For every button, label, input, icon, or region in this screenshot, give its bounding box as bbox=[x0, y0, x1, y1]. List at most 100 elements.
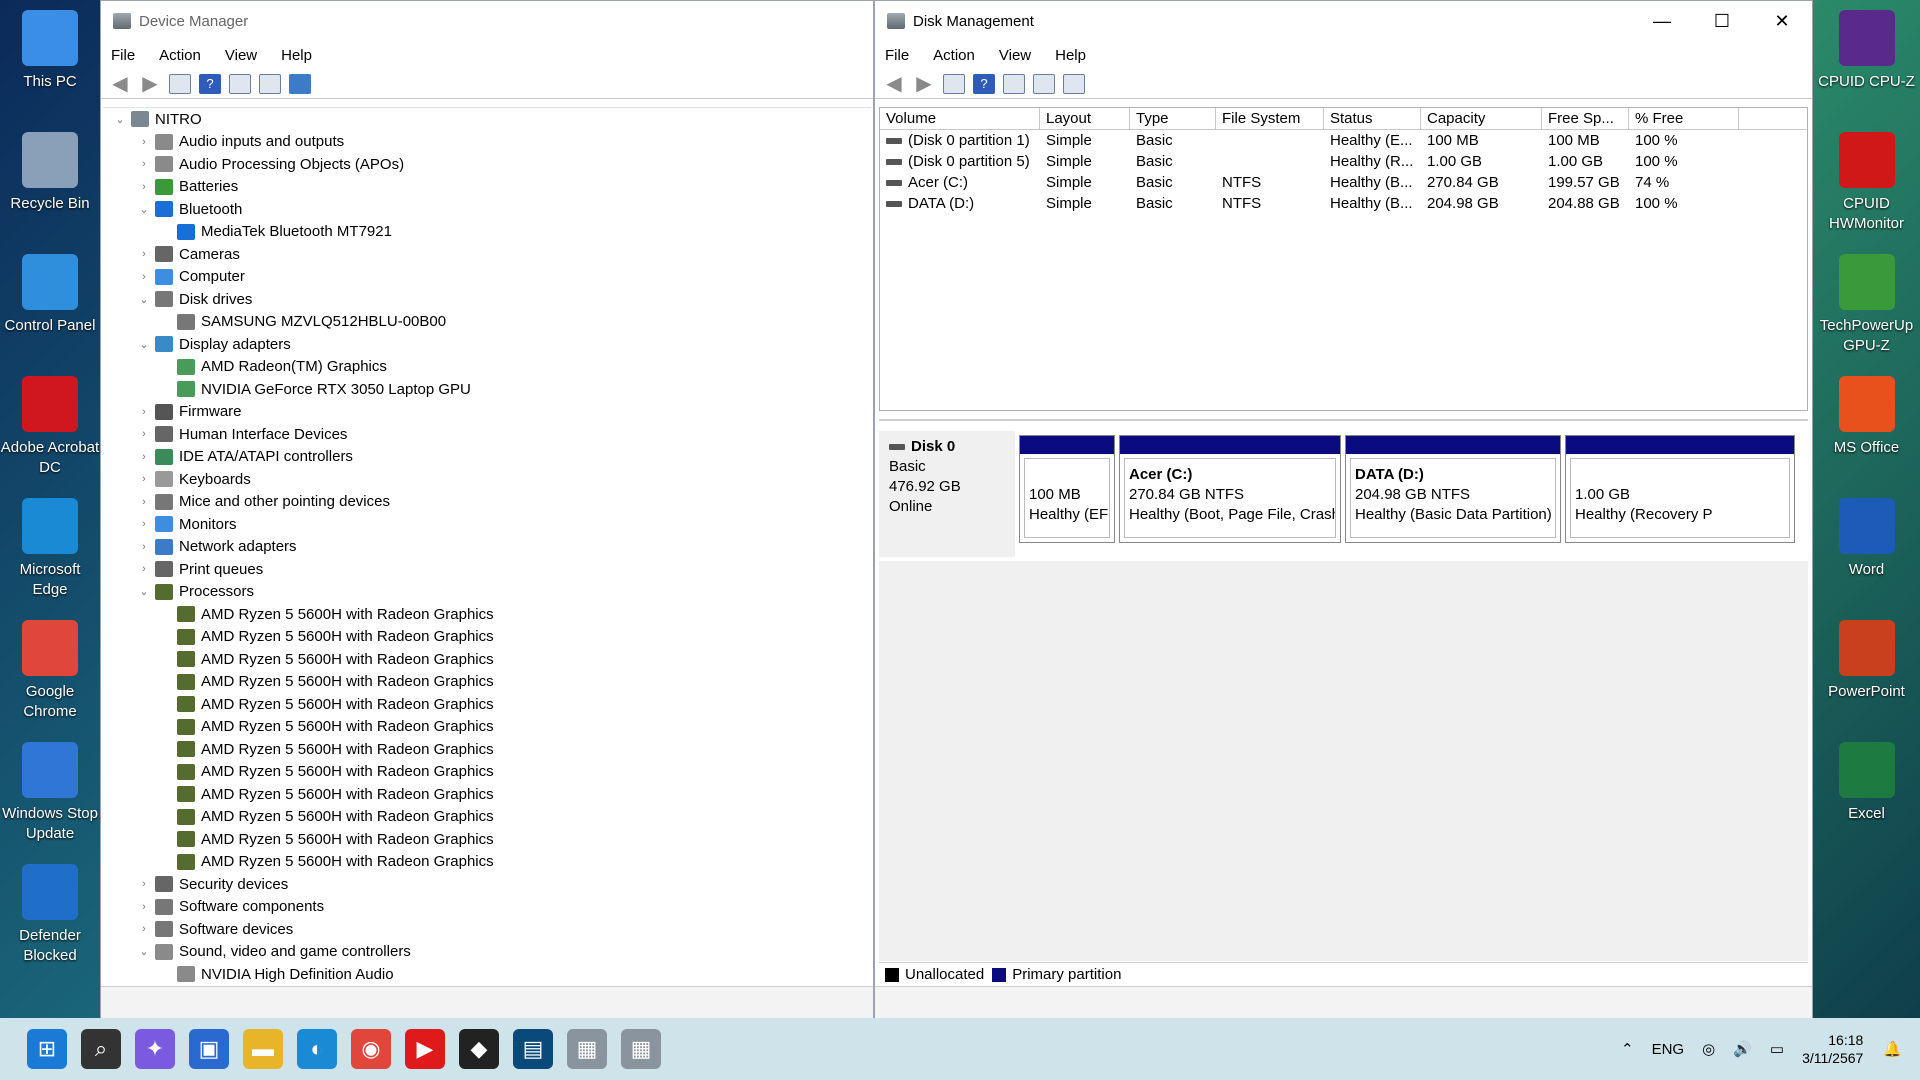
office-shortcut[interactable]: MS Office bbox=[1813, 366, 1920, 458]
menu-help[interactable]: Help bbox=[281, 47, 312, 64]
hwmonitor-shortcut[interactable]: CPUID HWMonitor bbox=[1813, 122, 1920, 234]
excel-shortcut[interactable]: Excel bbox=[1813, 732, 1920, 824]
column-header[interactable]: Layout bbox=[1040, 108, 1130, 129]
tree-category[interactable]: › Audio Processing Objects (APOs) bbox=[103, 153, 871, 176]
forward-arrow-icon[interactable]: ▶ bbox=[913, 73, 935, 95]
tree-device[interactable]: AMD Ryzen 5 5600H with Radeon Graphics bbox=[103, 828, 871, 851]
forward-arrow-icon[interactable]: ▶ bbox=[139, 73, 161, 95]
chevron-right-icon[interactable]: › bbox=[137, 901, 151, 913]
chrome-icon[interactable]: ◉ bbox=[351, 1029, 391, 1069]
tree-category[interactable]: › Keyboards bbox=[103, 468, 871, 491]
device-tree[interactable]: ⌄ NITRO › Audio inputs and outputs › Audio … bbox=[103, 107, 871, 987]
tree-device[interactable]: AMD Ryzen 5 5600H with Radeon Graphics bbox=[103, 671, 871, 694]
tree-device[interactable]: AMD Ryzen 5 5600H with Radeon Graphics bbox=[103, 761, 871, 784]
column-header[interactable]: Volume bbox=[880, 108, 1040, 129]
chevron-up-icon[interactable]: ⌃ bbox=[1621, 1040, 1634, 1058]
column-header[interactable]: Type bbox=[1130, 108, 1216, 129]
chevron-right-icon[interactable]: › bbox=[137, 518, 151, 530]
tree-device[interactable]: AMD Ryzen 5 5600H with Radeon Graphics bbox=[103, 738, 871, 761]
dropbox-icon[interactable]: ◆ bbox=[459, 1029, 499, 1069]
defender-shortcut[interactable]: Defender Blocked bbox=[0, 854, 100, 966]
tree-device[interactable]: AMD Ryzen 5 5600H with Radeon Graphics bbox=[103, 693, 871, 716]
volume-list[interactable]: Volume Layout Type File System Status Ca… bbox=[879, 107, 1808, 411]
close-icon[interactable]: ✕ bbox=[1752, 1, 1812, 41]
chevron-down-icon[interactable]: ⌄ bbox=[137, 203, 151, 216]
tree-device[interactable]: SAMSUNG MZVLQ512HBLU-00B00 bbox=[103, 311, 871, 334]
menu-file[interactable]: File bbox=[111, 47, 135, 64]
scan-hardware-icon[interactable] bbox=[289, 73, 311, 94]
tree-device[interactable]: AMD Ryzen 5 5600H with Radeon Graphics bbox=[103, 626, 871, 649]
maximize-icon[interactable]: ☐ bbox=[1692, 1, 1752, 41]
youtube-icon[interactable]: ▶ bbox=[405, 1029, 445, 1069]
file-explorer-icon[interactable]: ▬ bbox=[243, 1029, 283, 1069]
properties-icon[interactable] bbox=[229, 73, 251, 94]
windows-stop-update-shortcut[interactable]: Windows Stop Update bbox=[0, 732, 100, 844]
column-header[interactable]: File System bbox=[1216, 108, 1324, 129]
table-row[interactable]: (Disk 0 partition 5) Simple Basic Healthy (… bbox=[880, 151, 1807, 172]
word-shortcut[interactable]: Word bbox=[1813, 488, 1920, 580]
store-icon[interactable]: ▣ bbox=[189, 1029, 229, 1069]
control-panel-shortcut[interactable]: Control Panel bbox=[0, 244, 100, 336]
chevron-right-icon[interactable]: › bbox=[137, 878, 151, 890]
disk-management-icon[interactable]: ▦ bbox=[621, 1029, 661, 1069]
tree-device[interactable]: AMD Ryzen 5 5600H with Radeon Graphics bbox=[103, 716, 871, 739]
chevron-right-icon[interactable]: › bbox=[137, 406, 151, 418]
help-icon[interactable]: ? bbox=[973, 73, 995, 94]
chevron-right-icon[interactable]: › bbox=[137, 563, 151, 575]
tree-device[interactable]: MediaTek Bluetooth MT7921 bbox=[103, 221, 871, 244]
chevron-down-icon[interactable]: ⌄ bbox=[113, 113, 127, 126]
acrobat-shortcut[interactable]: Adobe Acrobat DC bbox=[0, 366, 100, 478]
menu-file[interactable]: File bbox=[885, 47, 909, 64]
tree-device[interactable]: NVIDIA GeForce RTX 3050 Laptop GPU bbox=[103, 378, 871, 401]
start-icon[interactable]: ⊞ bbox=[27, 1029, 67, 1069]
tree-device[interactable]: AMD Ryzen 5 5600H with Radeon Graphics bbox=[103, 648, 871, 671]
chevron-right-icon[interactable]: › bbox=[137, 496, 151, 508]
pc-shortcut[interactable]: This PC bbox=[0, 0, 100, 92]
tree-category[interactable]: › Computer bbox=[103, 266, 871, 289]
chevron-right-icon[interactable]: › bbox=[137, 271, 151, 283]
gpuz-shortcut[interactable]: TechPowerUp GPU-Z bbox=[1813, 244, 1920, 356]
tree-category[interactable]: › Security devices bbox=[103, 873, 871, 896]
battery-icon[interactable]: ▭ bbox=[1770, 1040, 1784, 1058]
device-manager-icon[interactable]: ▦ bbox=[567, 1029, 607, 1069]
tree-category[interactable]: › Monitors bbox=[103, 513, 871, 536]
chevron-right-icon[interactable]: › bbox=[137, 181, 151, 193]
menu-action[interactable]: Action bbox=[933, 47, 975, 64]
tree-category[interactable]: ⌄ Sound, video and game controllers bbox=[103, 941, 871, 964]
tree-device[interactable]: AMD Ryzen 5 5600H with Radeon Graphics bbox=[103, 603, 871, 626]
menu-action[interactable]: Action bbox=[159, 47, 201, 64]
chevron-right-icon[interactable]: › bbox=[137, 451, 151, 463]
chevron-right-icon[interactable]: › bbox=[137, 923, 151, 935]
chevron-right-icon[interactable]: › bbox=[137, 158, 151, 170]
search-icon[interactable]: ⌕ bbox=[81, 1029, 121, 1069]
column-header[interactable]: % Free bbox=[1629, 108, 1739, 129]
disk-info[interactable]: Disk 0 Basic 476.92 GB Online bbox=[879, 431, 1015, 557]
copilot-icon[interactable]: ✦ bbox=[135, 1029, 175, 1069]
tree-category[interactable]: › Software devices bbox=[103, 918, 871, 941]
disk-management-titlebar[interactable]: Disk Management — ☐ ✕ bbox=[875, 1, 1812, 41]
edge-icon[interactable]: ◐ bbox=[297, 1029, 337, 1069]
tree-category[interactable]: ⌄ Processors bbox=[103, 581, 871, 604]
table-row[interactable]: DATA (D:) Simple Basic NTFS Healthy (B... 204… bbox=[880, 193, 1807, 214]
chevron-right-icon[interactable]: › bbox=[137, 473, 151, 485]
connect-icon[interactable] bbox=[1033, 73, 1055, 94]
tree-category[interactable]: › Network adapters bbox=[103, 536, 871, 559]
partition-block[interactable]: 100 MB Healthy (EFI bbox=[1019, 435, 1115, 543]
tree-device[interactable]: AMD Ryzen 5 5600H with Radeon Graphics bbox=[103, 806, 871, 829]
chevron-right-icon[interactable]: › bbox=[137, 136, 151, 148]
settings-icon[interactable] bbox=[1063, 73, 1085, 94]
language-indicator[interactable]: ENG bbox=[1652, 1041, 1685, 1058]
device-manager-titlebar[interactable]: Device Manager bbox=[101, 1, 873, 41]
minimize-icon[interactable]: — bbox=[1632, 1, 1692, 41]
tree-device[interactable]: AMD Ryzen 5 5600H with Radeon Graphics bbox=[103, 851, 871, 874]
edge-shortcut[interactable]: Microsoft Edge bbox=[0, 488, 100, 600]
partition-block[interactable]: Acer (C:) 270.84 GB NTFS Healthy (Boot, Pa… bbox=[1119, 435, 1341, 543]
properties-icon[interactable] bbox=[1003, 73, 1025, 94]
cpuz-shortcut[interactable]: CPUID CPU-Z bbox=[1813, 0, 1920, 92]
column-header[interactable]: Free Sp... bbox=[1542, 108, 1629, 129]
column-header[interactable]: Capacity bbox=[1421, 108, 1542, 129]
tree-device[interactable]: AMD Radeon(TM) Graphics bbox=[103, 356, 871, 379]
tree-category[interactable]: ⌄ Disk drives bbox=[103, 288, 871, 311]
table-row[interactable]: (Disk 0 partition 1) Simple Basic Healthy (… bbox=[880, 130, 1807, 151]
recycle-bin-shortcut[interactable]: Recycle Bin bbox=[0, 122, 100, 214]
